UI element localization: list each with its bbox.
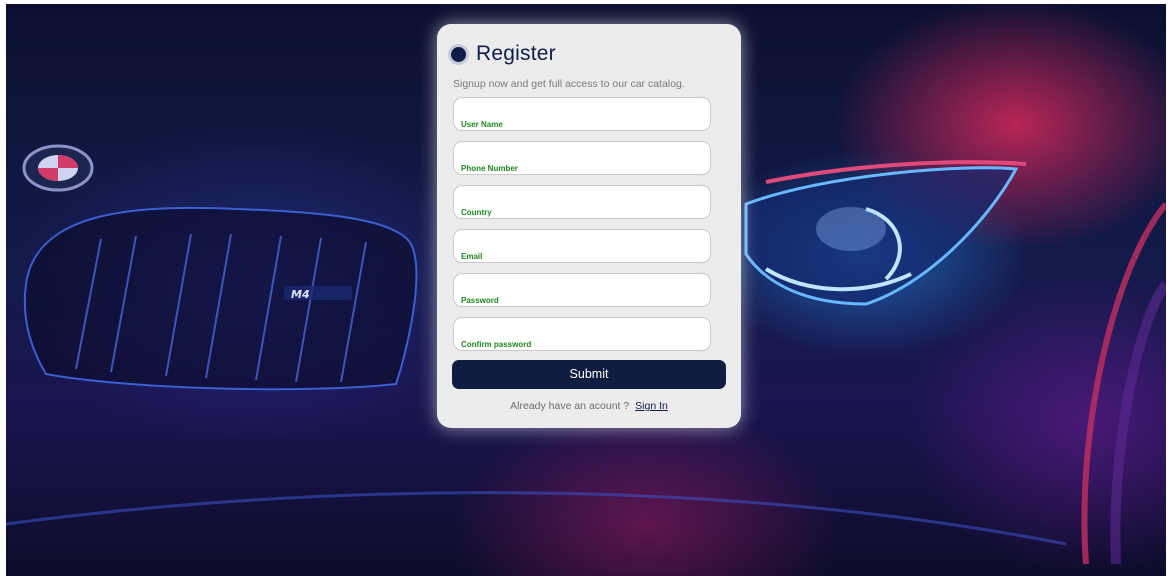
brand-roundel-logo	[22, 144, 94, 192]
phone-number-field[interactable]: Phone Number	[453, 141, 711, 175]
confirm-password-label: Confirm password	[461, 340, 532, 349]
username-label: User Name	[461, 120, 503, 129]
m4-badge-logo: M4	[284, 286, 352, 301]
signin-prompt: Already have an acount ?	[510, 400, 630, 412]
email-label: Email	[461, 252, 483, 261]
register-card: Register Signup now and get full access …	[437, 24, 741, 428]
confirm-password-field[interactable]: Confirm password	[453, 317, 711, 351]
signin-link[interactable]: Sign In	[635, 400, 668, 412]
bumper-line	[6, 491, 1067, 546]
wheel-rim	[1110, 281, 1166, 565]
password-field[interactable]: Password	[453, 273, 711, 307]
wheel-arch	[1081, 202, 1166, 565]
title-row: Register	[451, 42, 556, 66]
submit-button[interactable]: Submit	[452, 360, 726, 389]
m4-badge-text: M4	[291, 288, 310, 301]
signin-row: Already have an acount ? Sign In	[437, 400, 741, 412]
page: M4 Register Signup now and get full acce…	[0, 0, 1172, 576]
headlight	[744, 160, 1027, 306]
country-field[interactable]: Country	[453, 185, 711, 219]
username-field[interactable]: User Name	[453, 97, 711, 131]
page-title: Register	[476, 42, 556, 65]
password-label: Password	[461, 296, 499, 305]
email-field[interactable]: Email	[453, 229, 711, 263]
title-dot-icon	[451, 46, 466, 62]
country-label: Country	[461, 208, 492, 217]
phone-number-label: Phone Number	[461, 164, 518, 173]
subtitle: Signup now and get full access to our ca…	[453, 78, 685, 90]
